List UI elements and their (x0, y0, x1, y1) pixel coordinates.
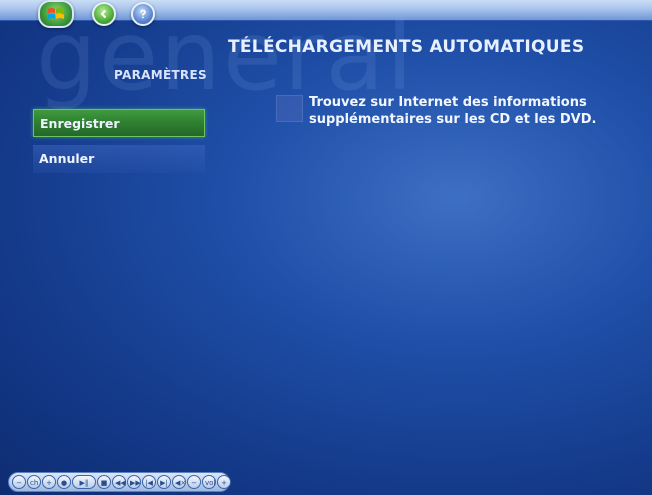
channel-up-icon[interactable]: + (42, 475, 56, 489)
info-square-icon (276, 95, 303, 122)
cancel-button[interactable]: Annuler (33, 145, 205, 173)
stop-icon[interactable]: ■ (97, 475, 111, 489)
fast-forward-icon[interactable]: ▶▶ (127, 475, 141, 489)
mute-icon[interactable]: ◀× (172, 475, 186, 489)
save-button[interactable]: Enregistrer (33, 109, 205, 137)
volume-label: vol (202, 475, 216, 489)
channel-label: ch (27, 475, 41, 489)
volume-down-icon[interactable]: − (187, 475, 201, 489)
previous-track-icon[interactable]: |◀ (142, 475, 156, 489)
transport-controls: − ch + ● ▶‖ ■ ◀◀ ▶▶ |◀ ▶| ◀× − vol + (8, 472, 231, 492)
play-pause-icon[interactable]: ▶‖ (72, 475, 96, 489)
description-text: Trouvez sur Internet des informations su… (309, 95, 597, 127)
action-menu: Enregistrer Annuler (33, 109, 205, 181)
rewind-icon[interactable]: ◀◀ (112, 475, 126, 489)
channel-down-icon[interactable]: − (12, 475, 26, 489)
next-track-icon[interactable]: ▶| (157, 475, 171, 489)
record-icon[interactable]: ● (57, 475, 71, 489)
section-label: PARAMÈTRES (114, 68, 207, 82)
page-title: TÉLÉCHARGEMENTS AUTOMATIQUES (228, 37, 585, 57)
volume-up-icon[interactable]: + (217, 475, 231, 489)
